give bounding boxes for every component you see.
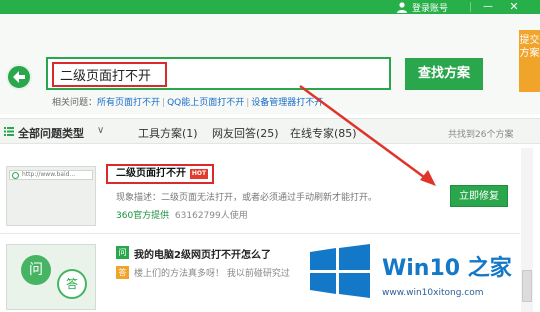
user-icon: [397, 2, 407, 13]
watermark-url: www.win10xitong.com: [382, 288, 484, 298]
title-bar: 登录账号 — ✕: [0, 0, 540, 14]
thumbnail-url-bar: http://www.baid...: [9, 170, 93, 180]
title-divider: [470, 2, 471, 12]
related-questions: 相关问题：所有页面打不开 | QQ能上页面打不开 | 设备管理器打不开: [52, 98, 324, 108]
search-panel: 查找方案 相关问题：所有页面打不开|QQ能上页面打不开|设备管理器打不开: [0, 14, 540, 114]
fix-now-button[interactable]: 立即修复: [450, 185, 508, 207]
question-bubble-icon: 问: [21, 255, 51, 285]
filter-bar: 全部问题类型 ∨ 工具方案(1) 网友回答(25) 在线专家(85) 共找到26…: [0, 118, 540, 144]
browser-icon: [12, 172, 19, 179]
list-item: http://www.baid... 二级页面打不开 HOT 现象描述：二级页面…: [0, 158, 520, 230]
close-button[interactable]: ✕: [508, 1, 520, 13]
related-link-3[interactable]: 设备管理器打不开: [251, 98, 323, 108]
hot-badge: HOT: [190, 169, 208, 179]
result-count: 共找到26个方案: [448, 130, 514, 140]
thumbnail-url: http://www.baid...: [22, 171, 76, 178]
question-icon: 问: [116, 246, 129, 259]
tab-tool-solutions[interactable]: 工具方案(1): [138, 125, 198, 141]
login-account[interactable]: 登录账号: [396, 0, 448, 14]
result-title-text: 二级页面打不开: [116, 168, 186, 179]
search-box[interactable]: [46, 57, 391, 90]
result-thumbnail: http://www.baid...: [6, 166, 96, 226]
login-label: 登录账号: [412, 3, 449, 14]
tab-netizen-answers[interactable]: 网友回答(25): [212, 125, 279, 141]
submit-solution-tab[interactable]: 提交方案: [519, 30, 540, 92]
related-label: 相关问题：: [52, 98, 98, 108]
list-icon: [4, 127, 14, 136]
watermark: Win10 之家 www.win10xitong.com: [308, 244, 540, 308]
tab-online-experts[interactable]: 在线专家(85): [290, 125, 357, 141]
related-link-2[interactable]: QQ能上页面打不开: [167, 98, 244, 108]
find-solution-button[interactable]: 查找方案: [405, 58, 483, 90]
qa-title[interactable]: 我的电脑2级网页打不开怎么了: [134, 246, 271, 261]
qa-thumbnail: 问 答: [6, 244, 96, 310]
back-button[interactable]: [6, 64, 32, 90]
search-input[interactable]: [52, 62, 167, 87]
minimize-button[interactable]: —: [482, 1, 494, 13]
source-provider[interactable]: 360官方提供: [116, 211, 169, 221]
watermark-title: Win10 之家: [382, 256, 512, 281]
answer-icon: 答: [116, 266, 129, 279]
windows-logo-icon: [310, 244, 370, 298]
related-link-1[interactable]: 所有页面打不开: [97, 98, 160, 108]
chevron-down-icon[interactable]: ∨: [97, 125, 104, 136]
back-arrow-icon: [13, 71, 25, 83]
result-title[interactable]: 二级页面打不开 HOT: [106, 164, 214, 184]
answer-bubble-icon: 答: [57, 269, 87, 299]
result-source: 360官方提供 63162799人使用: [116, 208, 248, 221]
all-question-types[interactable]: 全部问题类型: [18, 125, 84, 141]
result-description: 现象描述：二级页面无法打开，或者必须通过手动刷新才能打开。: [116, 193, 378, 203]
result-divider: [0, 233, 520, 234]
usage-count: 63162799人使用: [174, 211, 248, 221]
qa-answer-snippet: 楼上们的方法真多呀！ 我以前碰研究过: [134, 269, 290, 279]
